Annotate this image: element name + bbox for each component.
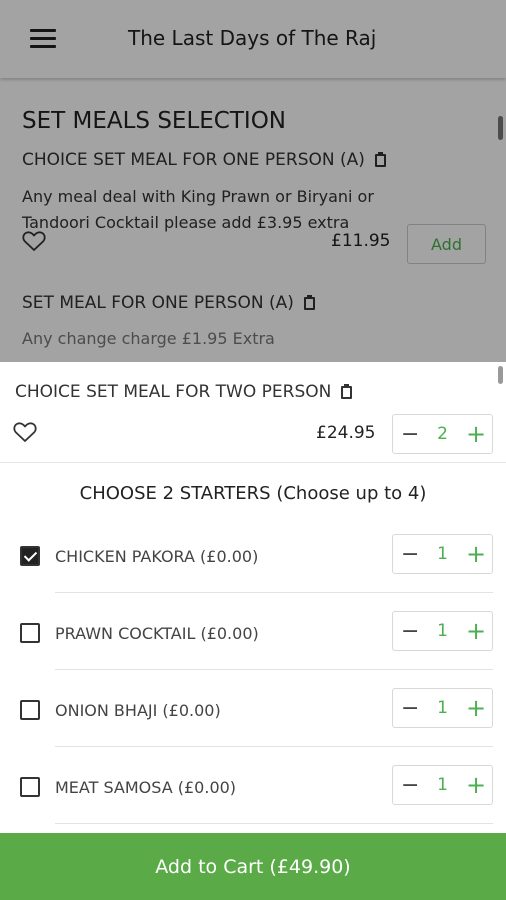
divider xyxy=(55,823,493,824)
option-label: CHICKEN PAKORA (£0.00) xyxy=(55,547,259,566)
increment-button[interactable]: + xyxy=(466,771,486,799)
decrement-button[interactable]: − xyxy=(401,542,419,567)
option-row[interactable]: ONION BHAJI (£0.00) − 1 + xyxy=(0,671,506,748)
scrollbar[interactable] xyxy=(498,366,503,384)
option-quantity-stepper: − 1 + xyxy=(392,534,493,574)
decrement-button[interactable]: − xyxy=(401,696,419,721)
increment-button[interactable]: + xyxy=(466,540,486,568)
option-label: PRAWN COCKTAIL (£0.00) xyxy=(55,624,259,643)
divider xyxy=(55,592,493,593)
divider xyxy=(55,746,493,747)
increment-button[interactable]: + xyxy=(466,694,486,722)
option-quantity-stepper: − 1 + xyxy=(392,765,493,805)
clipboard-icon xyxy=(341,383,353,399)
add-to-cart-button[interactable]: Add to Cart (£49.90) xyxy=(0,833,506,900)
quantity-value: 1 xyxy=(437,621,448,641)
increment-button[interactable]: + xyxy=(466,617,486,645)
quantity-stepper: − 2 + xyxy=(392,414,493,454)
option-checkbox[interactable] xyxy=(20,546,40,566)
option-checkbox[interactable] xyxy=(20,700,40,720)
decrement-button[interactable]: − xyxy=(401,619,419,644)
option-checkbox[interactable] xyxy=(20,623,40,643)
divider xyxy=(0,462,506,463)
option-quantity-stepper: − 1 + xyxy=(392,611,493,651)
option-quantity-stepper: − 1 + xyxy=(392,688,493,728)
quantity-value: 1 xyxy=(437,775,448,795)
increment-button[interactable]: + xyxy=(466,420,486,448)
modal-overlay[interactable] xyxy=(0,0,506,362)
decrement-button[interactable]: − xyxy=(401,773,419,798)
option-checkbox[interactable] xyxy=(20,777,40,797)
divider xyxy=(55,669,493,670)
sheet-item-price: £24.95 xyxy=(316,423,376,443)
option-label: ONION BHAJI (£0.00) xyxy=(55,701,221,720)
sheet-item-name-text: CHOICE SET MEAL FOR TWO PERSON xyxy=(15,382,332,402)
starters-title: CHOOSE 2 STARTERS (Choose up to 4) xyxy=(79,483,427,504)
heart-icon[interactable] xyxy=(13,421,37,443)
option-row[interactable]: CHICKEN PAKORA (£0.00) − 1 + xyxy=(0,517,506,594)
decrement-button[interactable]: − xyxy=(401,422,419,447)
sheet-item-name: CHOICE SET MEAL FOR TWO PERSON xyxy=(15,382,353,402)
quantity-value: 2 xyxy=(437,424,448,444)
quantity-value: 1 xyxy=(437,544,448,564)
option-row[interactable]: PRAWN COCKTAIL (£0.00) − 1 + xyxy=(0,594,506,671)
option-row[interactable]: MEAT SAMOSA (£0.00) − 1 + xyxy=(0,748,506,825)
option-label: MEAT SAMOSA (£0.00) xyxy=(55,778,237,797)
quantity-value: 1 xyxy=(437,698,448,718)
item-options-sheet: CHOICE SET MEAL FOR TWO PERSON £24.95 − … xyxy=(0,362,506,900)
